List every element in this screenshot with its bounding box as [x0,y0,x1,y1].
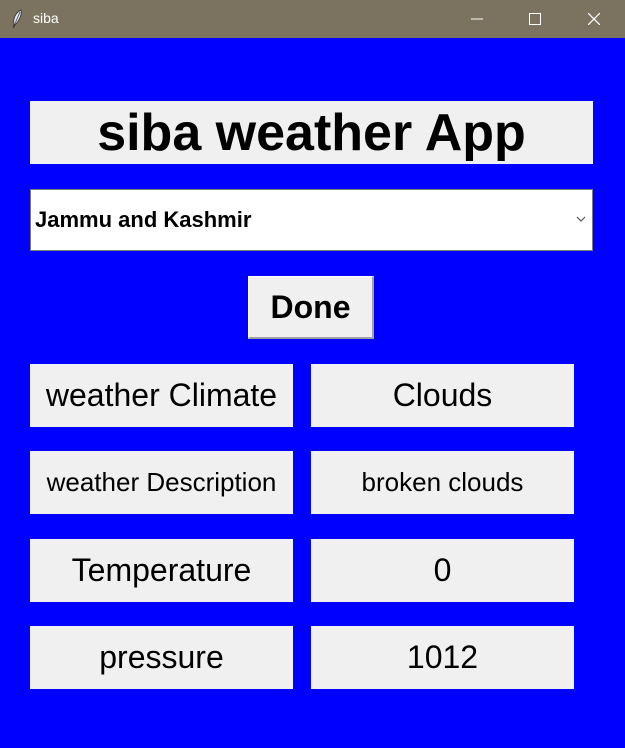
pressure-value: 1012 [311,626,574,689]
app-title: siba weather App [30,101,593,164]
done-button[interactable]: Done [248,276,374,339]
maximize-button[interactable] [506,0,564,38]
close-icon [588,13,600,25]
close-button[interactable] [565,0,623,38]
chevron-down-icon [576,216,586,222]
description-value: broken clouds [311,451,574,514]
pressure-label: pressure [30,626,293,689]
minimize-icon [471,18,483,20]
state-select-value: Jammu and Kashmir [35,207,252,232]
description-label: weather Description [30,451,293,514]
window-title: siba [33,10,59,26]
feather-icon [12,9,22,29]
window-titlebar[interactable]: siba [0,0,625,38]
minimize-button[interactable] [448,0,506,38]
maximize-icon [529,13,541,25]
temperature-label: Temperature [30,539,293,602]
temperature-value: 0 [311,539,574,602]
climate-value: Clouds [311,364,574,427]
state-select[interactable]: Jammu and Kashmir [30,189,593,251]
climate-label: weather Climate [30,364,293,427]
